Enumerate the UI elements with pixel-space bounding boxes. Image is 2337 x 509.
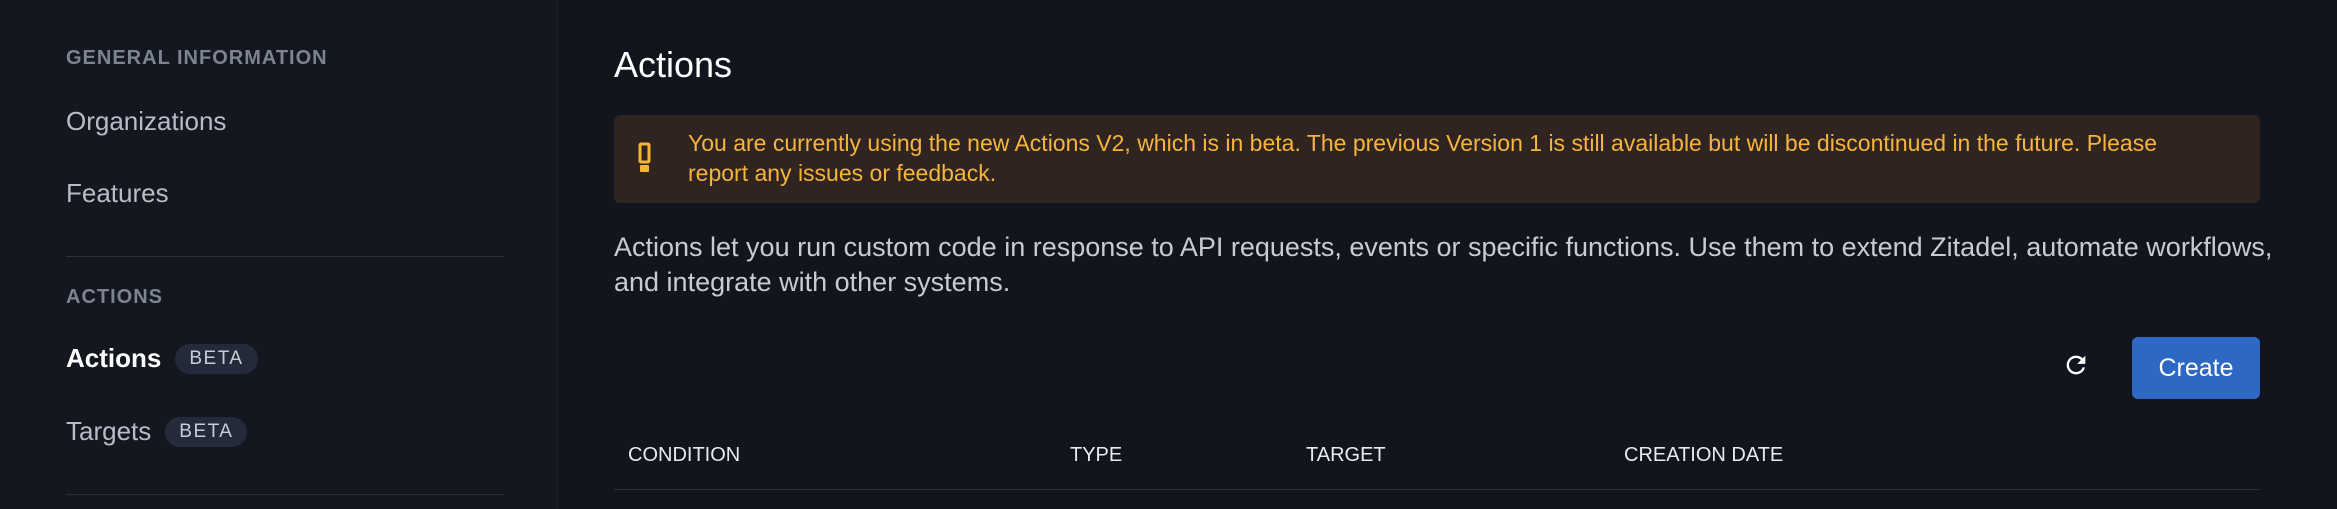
sidebar-section-general-title: GENERAL INFORMATION (66, 47, 328, 69)
beta-badge: BETA (165, 416, 248, 447)
sidebar-section-actions-title: ACTIONS (66, 286, 163, 308)
column-header-condition[interactable]: CONDITION (628, 444, 740, 467)
sidebar-item-actions[interactable]: Actions BETA (66, 343, 258, 374)
table-header-row: CONDITION TYPE TARGET CREATION DATE (614, 436, 2260, 490)
exclamation-icon (638, 138, 652, 178)
beta-badge: BETA (175, 343, 258, 374)
refresh-button[interactable] (2058, 349, 2094, 385)
beta-warning-banner: You are currently using the new Actions … (614, 115, 2260, 203)
refresh-icon (2062, 351, 2090, 384)
sidebar-divider (66, 494, 504, 495)
page-title: Actions (614, 44, 733, 85)
sidebar: GENERAL INFORMATION Organizations Featur… (0, 0, 558, 509)
sidebar-item-label: Targets (66, 416, 152, 446)
column-header-type[interactable]: TYPE (1070, 444, 1122, 467)
sidebar-item-label: Organizations (66, 106, 227, 136)
app-root: GENERAL INFORMATION Organizations Featur… (0, 0, 2337, 509)
sidebar-item-label: Features (66, 178, 169, 208)
sidebar-item-targets[interactable]: Targets BETA (66, 416, 248, 447)
sidebar-item-features[interactable]: Features (66, 178, 169, 209)
create-button[interactable]: Create (2132, 337, 2260, 399)
column-header-creation-date[interactable]: CREATION DATE (1624, 444, 1783, 467)
page-description: Actions let you run custom code in respo… (614, 232, 2273, 297)
sidebar-item-label: Actions (66, 343, 162, 373)
sidebar-item-organizations[interactable]: Organizations (66, 106, 226, 137)
sidebar-divider (66, 256, 504, 257)
warning-message: You are currently using the new Actions … (688, 130, 2158, 186)
column-header-target[interactable]: TARGET (1306, 444, 1386, 467)
